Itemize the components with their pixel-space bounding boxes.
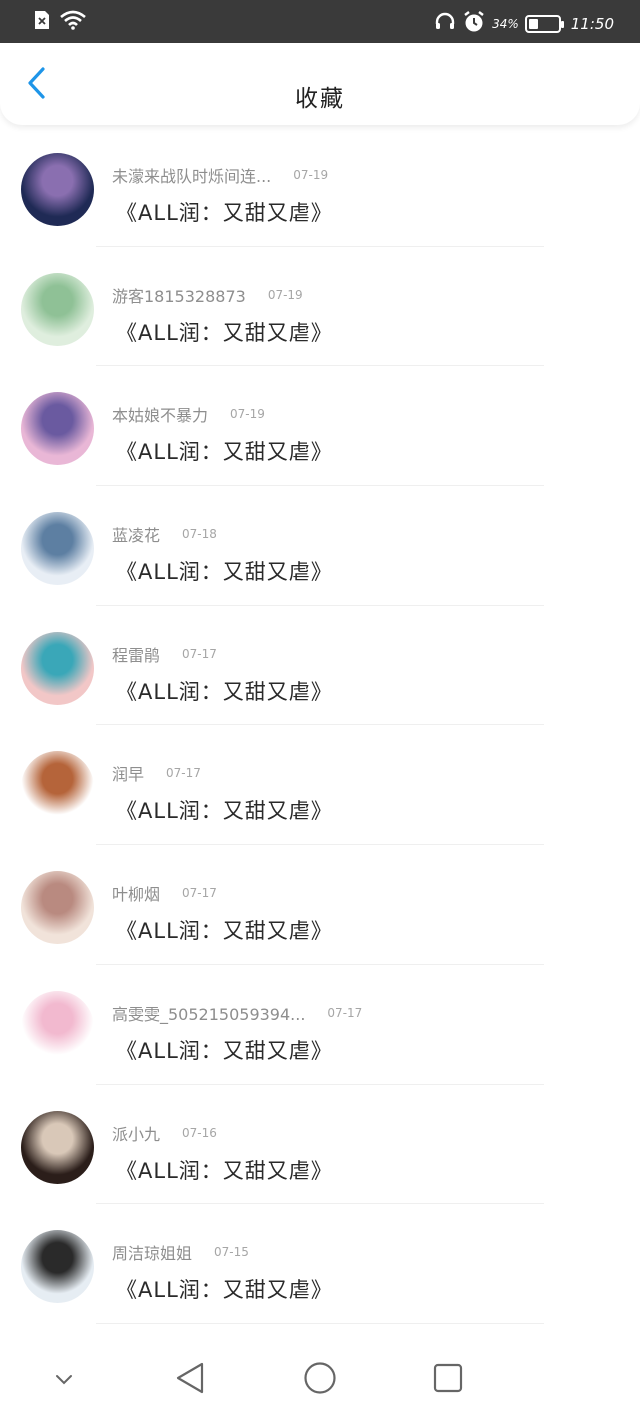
user-avatar[interactable] xyxy=(21,751,94,825)
circle-home-icon xyxy=(303,1361,337,1399)
battery-icon xyxy=(524,15,564,33)
favorite-date: 07-15 xyxy=(214,1245,249,1260)
item-meta: 游客1815328873 07-19 xyxy=(112,283,303,307)
clock-time: 11:50 xyxy=(570,15,614,33)
back-nav-button[interactable] xyxy=(168,1358,212,1402)
favorite-list-item[interactable]: 本姑娘不暴力 07-19 《ALL润：又甜又虐》 xyxy=(0,366,640,487)
status-bar: 34% 11:50 xyxy=(0,0,640,43)
favorite-list-item[interactable]: 叶柳烟 07-17 《ALL润：又甜又虐》 xyxy=(0,845,640,965)
item-meta: 未濛来战队时烁间连... 07-19 xyxy=(112,163,328,187)
favorite-date: 07-19 xyxy=(293,168,329,182)
item-meta: 蓝凌花 07-18 xyxy=(112,522,217,546)
author-name: 本姑娘不暴力 xyxy=(112,406,209,426)
favorite-date: 07-19 xyxy=(267,287,303,302)
battery-percent: 34% xyxy=(492,17,519,31)
user-avatar[interactable] xyxy=(21,990,94,1064)
item-meta: 高雯雯_505215059394... 07-17 xyxy=(112,1001,362,1025)
author-name: 游客1815328873 xyxy=(112,286,246,306)
favorite-date: 07-19 xyxy=(230,407,265,422)
item-meta: 周洁琼姐姐 07-15 xyxy=(112,1240,249,1264)
user-avatar[interactable] xyxy=(21,1110,94,1184)
favorite-list-item[interactable]: 派小九 07-16 《ALL润：又甜又虐》 xyxy=(0,1085,640,1205)
author-name: 周洁琼姐姐 xyxy=(112,1244,193,1264)
author-name: 叶柳烟 xyxy=(112,885,161,905)
work-title[interactable]: 《ALL润：又甜又虐》 xyxy=(116,197,333,227)
work-title[interactable]: 《ALL润：又甜又虐》 xyxy=(116,1035,333,1065)
work-title[interactable]: 《ALL润：又甜又虐》 xyxy=(116,556,333,586)
favorite-list-item[interactable]: 未濛来战队时烁间连... 07-19 《ALL润：又甜又虐》 xyxy=(0,127,640,247)
author-name: 蓝凌花 xyxy=(112,526,161,546)
favorites-list: 未濛来战队时烁间连... 07-19 《ALL润：又甜又虐》 游客1815328873… xyxy=(0,127,640,1324)
home-nav-button[interactable] xyxy=(298,1358,342,1402)
favorite-list-item[interactable]: 高雯雯_505215059394... 07-17 《ALL润：又甜又虐》 xyxy=(0,965,640,1085)
author-name: 高雯雯_505215059394... xyxy=(112,1004,306,1024)
divider xyxy=(96,1322,544,1324)
author-name: 程雷鹃 xyxy=(112,645,161,665)
favorite-date: 07-17 xyxy=(182,886,217,901)
page-title: 收藏 xyxy=(295,86,345,112)
user-avatar[interactable] xyxy=(21,631,94,705)
wifi-icon xyxy=(60,10,86,34)
favorite-list-item[interactable]: 游客1815328873 07-19 《ALL润：又甜又虐》 xyxy=(0,247,640,367)
favorite-date: 07-17 xyxy=(327,1005,363,1020)
alarm-clock-icon xyxy=(462,10,486,38)
work-title[interactable]: 《ALL润：又甜又虐》 xyxy=(116,1274,333,1304)
square-recents-icon xyxy=(433,1363,463,1397)
user-avatar[interactable] xyxy=(21,871,94,945)
sim-card-icon xyxy=(34,10,50,34)
author-name: 派小九 xyxy=(112,1124,161,1144)
user-avatar[interactable] xyxy=(21,392,94,466)
user-avatar[interactable] xyxy=(21,512,94,586)
favorite-list-item[interactable]: 润早 07-17 《ALL润：又甜又虐》 xyxy=(0,725,640,846)
work-title[interactable]: 《ALL润：又甜又虐》 xyxy=(116,676,333,706)
item-meta: 润早 07-17 xyxy=(112,761,201,785)
user-avatar[interactable] xyxy=(21,272,94,346)
favorite-list-item[interactable]: 周洁琼姐姐 07-15 《ALL润：又甜又虐》 xyxy=(0,1204,640,1324)
item-meta: 叶柳烟 07-17 xyxy=(112,881,217,905)
chevron-down-icon xyxy=(54,1371,74,1390)
favorite-date: 07-16 xyxy=(182,1125,217,1140)
hide-nav-button[interactable] xyxy=(42,1358,86,1402)
work-title[interactable]: 《ALL润：又甜又虐》 xyxy=(116,317,333,347)
recents-nav-button[interactable] xyxy=(426,1358,470,1402)
favorite-list-item[interactable]: 蓝凌花 07-18 《ALL润：又甜又虐》 xyxy=(0,486,640,606)
favorite-date: 07-18 xyxy=(182,527,217,542)
author-name: 未濛来战队时烁间连... xyxy=(112,167,272,186)
item-meta: 本姑娘不暴力 07-19 xyxy=(112,402,265,426)
user-avatar[interactable] xyxy=(21,1230,94,1304)
triangle-back-icon xyxy=(175,1362,205,1398)
work-title[interactable]: 《ALL润：又甜又虐》 xyxy=(116,915,333,945)
item-meta: 派小九 07-16 xyxy=(112,1121,217,1145)
work-title[interactable]: 《ALL润：又甜又虐》 xyxy=(116,795,333,825)
author-name: 润早 xyxy=(112,765,145,785)
favorite-date: 07-17 xyxy=(182,646,217,661)
item-meta: 程雷鹃 07-17 xyxy=(112,642,217,666)
work-title[interactable]: 《ALL润：又甜又虐》 xyxy=(116,1155,333,1185)
work-title[interactable]: 《ALL润：又甜又虐》 xyxy=(116,436,333,466)
header: 收藏 xyxy=(0,43,640,125)
system-navigation-bar xyxy=(0,1342,640,1422)
headset-icon xyxy=(434,11,456,37)
user-avatar[interactable] xyxy=(21,153,94,226)
favorite-list-item[interactable]: 程雷鹃 07-17 《ALL润：又甜又虐》 xyxy=(0,606,640,726)
favorite-date: 07-17 xyxy=(166,766,201,781)
